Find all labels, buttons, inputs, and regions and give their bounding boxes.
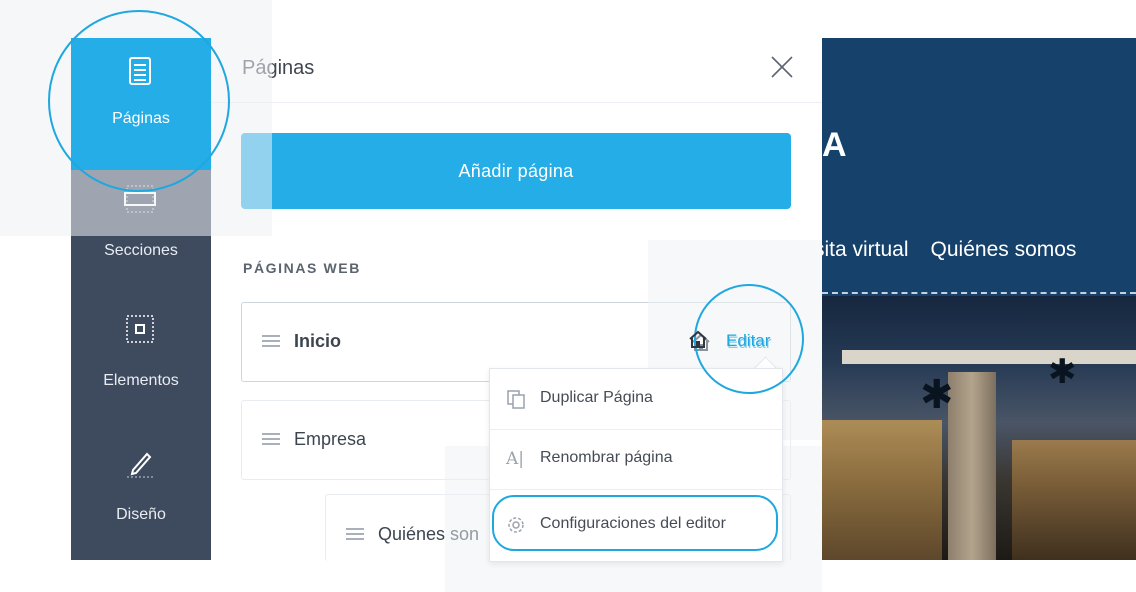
hero-image-detail (842, 350, 1136, 364)
sidebar-item-elements[interactable]: Elementos (71, 302, 211, 434)
site-nav: sita virtual Quiénes somos (822, 238, 1098, 262)
site-nav-item[interactable]: sita virtual (822, 238, 909, 261)
home-icon (689, 330, 707, 348)
home-icon-highlight (688, 330, 708, 348)
sidebar-item-label: Secciones (104, 242, 178, 259)
highlight-ring (48, 10, 230, 192)
page-name: Empresa (294, 429, 367, 449)
site-nav-item[interactable]: Quiénes somos (931, 238, 1077, 261)
design-pen-icon (127, 452, 153, 478)
hero-image-detail (1012, 440, 1136, 560)
palm-tree-icon: ✱ (920, 373, 954, 417)
palm-tree-icon: ✱ (1048, 353, 1077, 391)
highlight-ring (492, 495, 778, 551)
menu-item-rename[interactable]: A| Renombrar página (490, 429, 782, 490)
duplicate-icon (507, 390, 525, 409)
edit-link-highlight[interactable]: Editar (726, 331, 770, 351)
rename-icon: A| (506, 449, 525, 469)
drag-handle-icon[interactable] (346, 525, 364, 543)
elements-icon (126, 315, 154, 343)
hero-image-detail (822, 420, 942, 560)
drag-handle-icon[interactable] (262, 430, 280, 448)
section-divider (822, 292, 1136, 294)
close-icon[interactable] (769, 54, 795, 80)
menu-item-label: Duplicar Página (540, 389, 653, 406)
hero-image-detail (948, 372, 996, 560)
menu-item-label: Renombrar página (540, 449, 673, 466)
add-page-button[interactable]: Añadir página (241, 133, 791, 209)
panel-header: Páginas (211, 38, 822, 103)
section-title: PÁGINAS WEB (243, 260, 361, 276)
page-name: Inicio (294, 331, 342, 351)
sidebar-item-design[interactable]: Diseño (71, 434, 211, 560)
sidebar-item-label: Diseño (116, 506, 166, 523)
drag-handle-icon[interactable] (262, 332, 280, 350)
sidebar-item-label: Elementos (103, 372, 179, 389)
site-logo-fragment: A (822, 126, 847, 164)
